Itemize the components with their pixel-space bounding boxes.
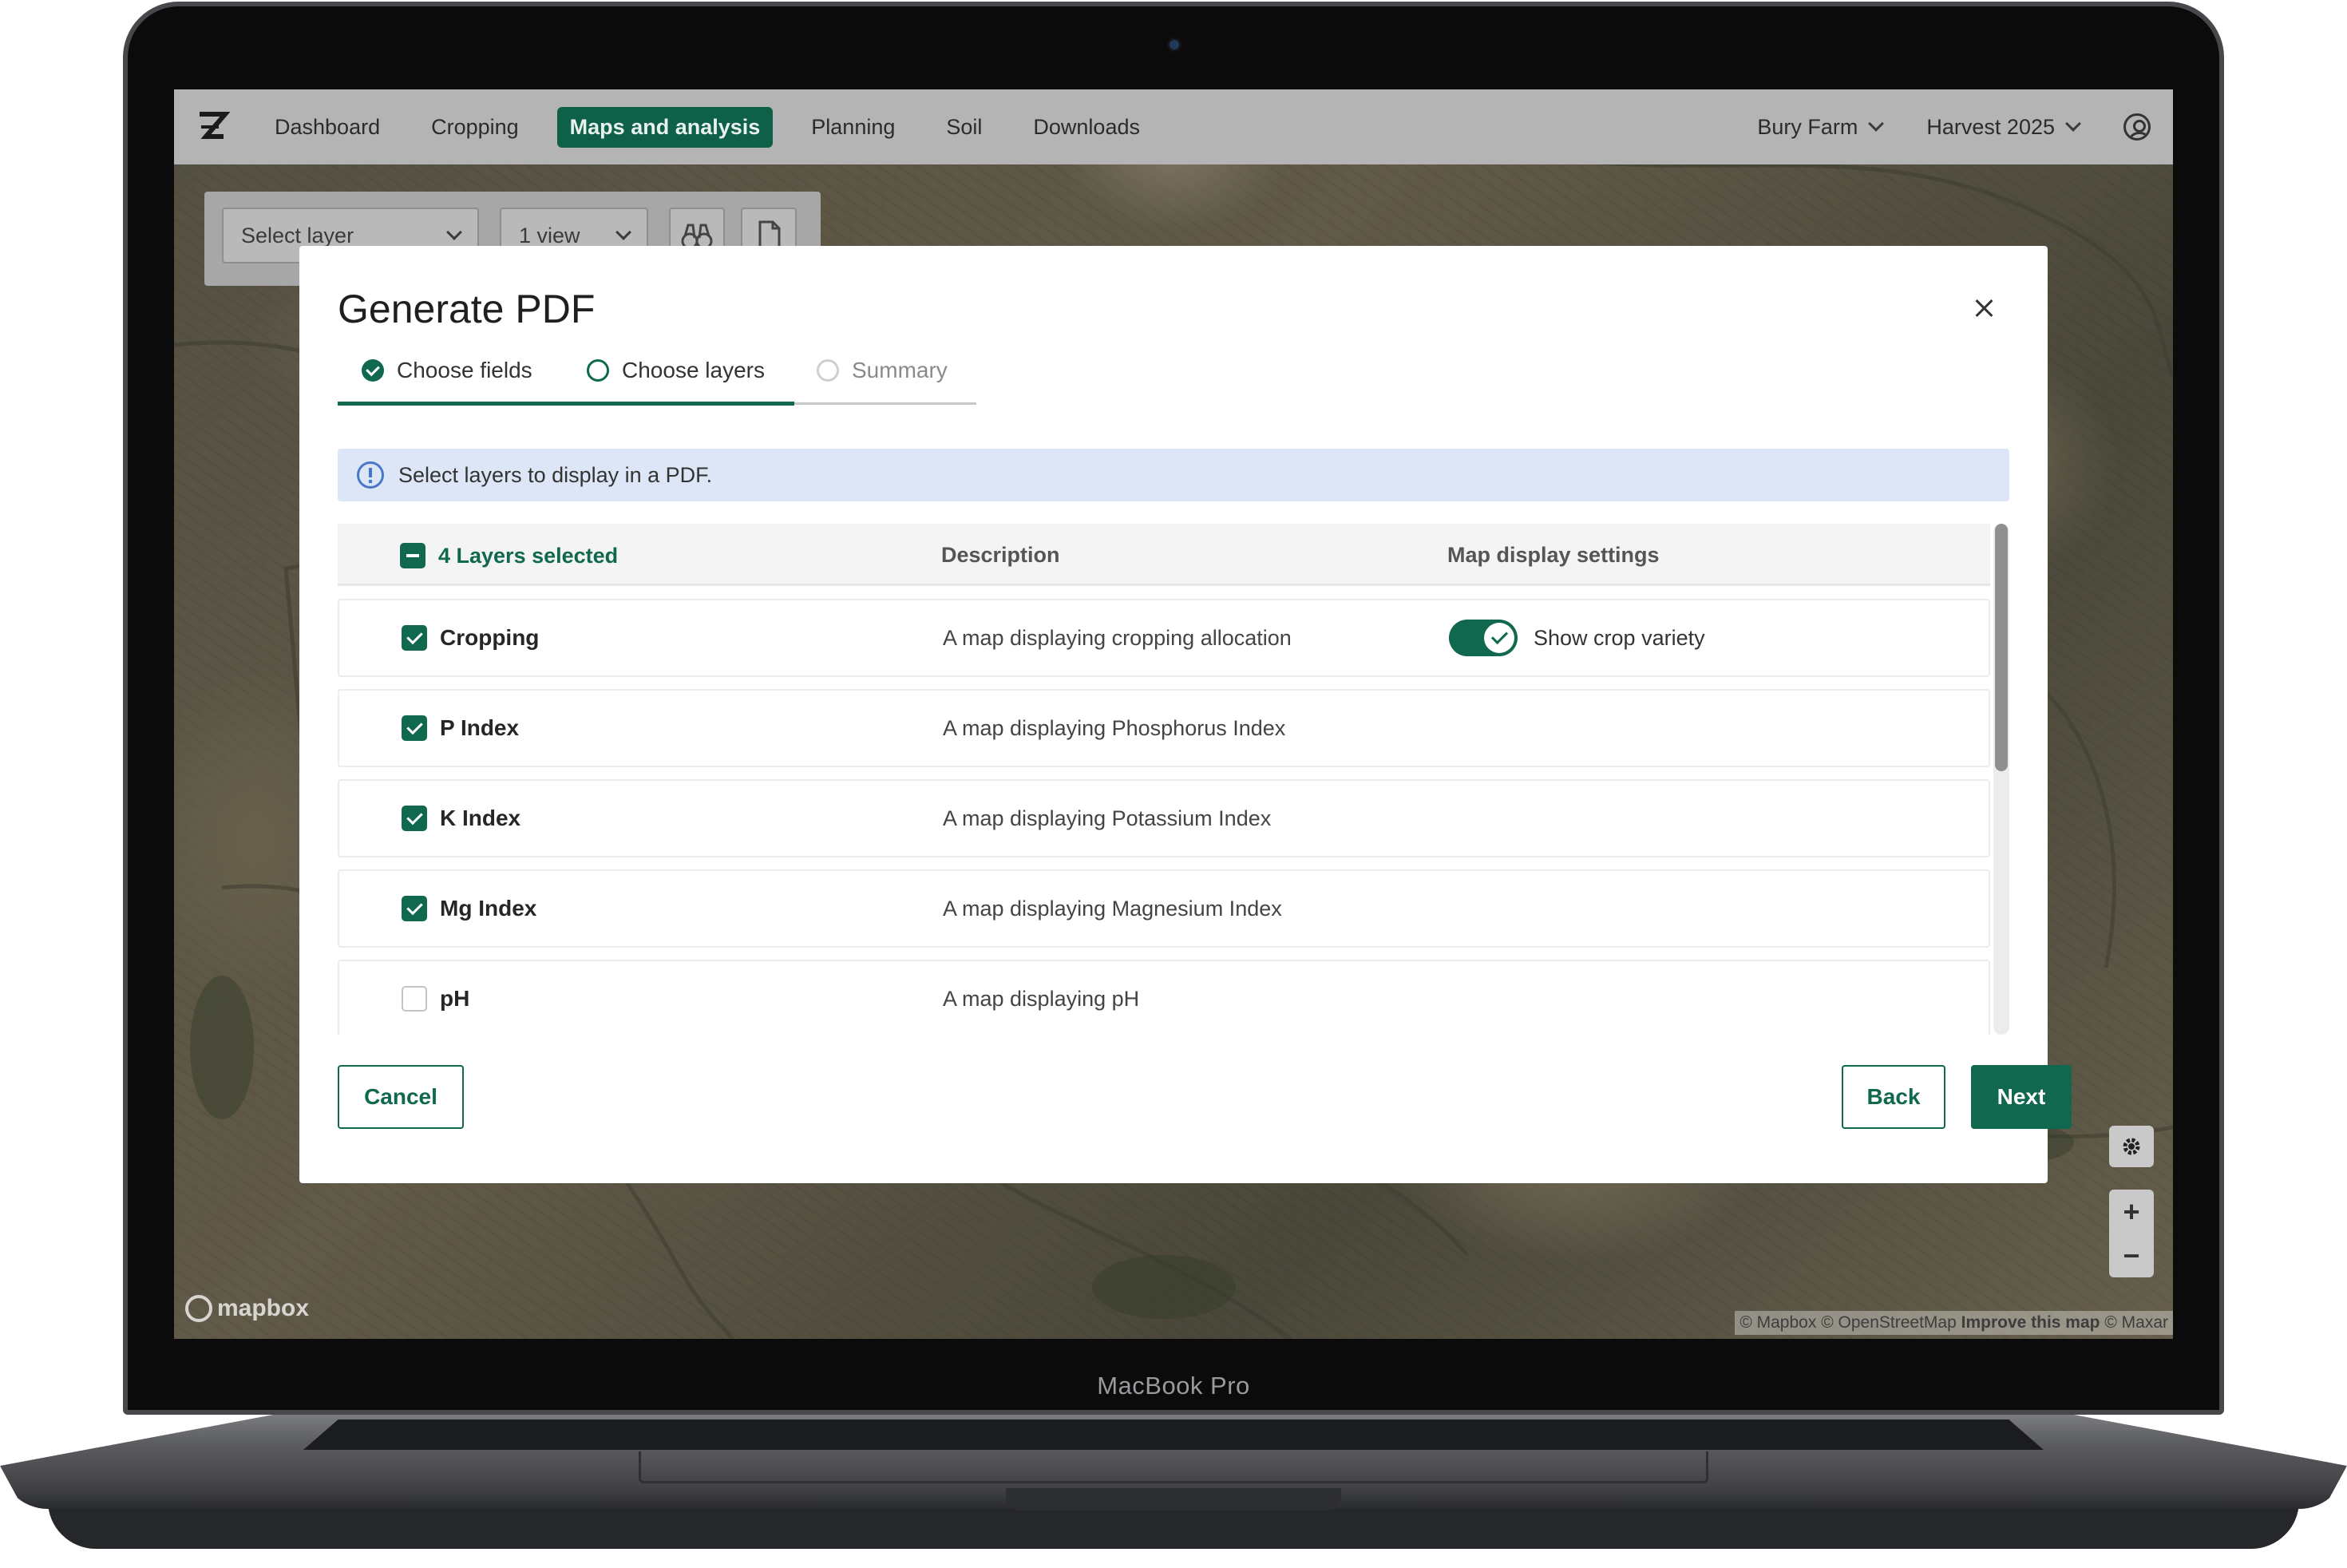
- close-icon[interactable]: [1968, 292, 2000, 324]
- app-screen: Dashboard Cropping Maps and analysis Pla…: [174, 89, 2173, 1339]
- layer-name: Cropping: [440, 625, 540, 650]
- info-text: Select layers to display in a PDF.: [398, 462, 713, 487]
- farm-select[interactable]: Bury Farm: [1757, 114, 1885, 140]
- scrollbar-thumb[interactable]: [1995, 524, 2008, 771]
- step-label: Choose layers: [622, 358, 765, 382]
- layer-checkbox[interactable]: [402, 896, 427, 921]
- attribution-maxar[interactable]: © Maxar: [2104, 1313, 2168, 1332]
- layer-name-cell: Cropping: [402, 600, 539, 675]
- step-summary[interactable]: Summary: [817, 358, 948, 383]
- gear-icon: [2123, 1138, 2140, 1155]
- layer-description: A map displaying Potassium Index: [943, 806, 1272, 830]
- modal-title: Generate PDF: [338, 287, 596, 331]
- layer-description: A map displaying Magnesium Index: [943, 896, 1282, 921]
- zoom-controls: + −: [2109, 1190, 2154, 1277]
- step-label: Summary: [852, 358, 948, 382]
- harvest-select[interactable]: Harvest 2025: [1926, 114, 2081, 140]
- table-scrollbar[interactable]: [1993, 524, 2009, 1035]
- select-all-control[interactable]: 4 Layers selected: [400, 543, 618, 568]
- view-select-label: 1 view: [519, 223, 580, 247]
- header-description: Description: [941, 543, 1060, 567]
- select-all-checkbox[interactable]: [400, 543, 425, 568]
- layer-name-cell: pH: [402, 961, 469, 1035]
- step-choose-fields[interactable]: Choose fields: [362, 358, 532, 383]
- layer-checkbox[interactable]: [402, 986, 427, 1012]
- camera-icon: [1170, 40, 1179, 49]
- step-choose-layers[interactable]: Choose layers: [587, 358, 765, 383]
- layer-name-cell: K Index: [402, 781, 520, 856]
- layer-description: A map displaying pH: [943, 986, 1140, 1011]
- layers-table: 4 Layers selected Description Map displa…: [338, 524, 2009, 1035]
- attribution-osm[interactable]: © OpenStreetMap: [1821, 1313, 1957, 1332]
- table-row[interactable]: P Index A map displaying Phosphorus Inde…: [338, 689, 1990, 767]
- selected-count: 4 Layers selected: [438, 543, 619, 568]
- nav-planning[interactable]: Planning: [811, 115, 895, 140]
- top-navbar: Dashboard Cropping Maps and analysis Pla…: [174, 89, 2173, 164]
- laptop-notch: [1006, 1488, 1341, 1511]
- back-button[interactable]: Back: [1842, 1065, 1945, 1129]
- stepper: Choose fields Choose layers Summary: [338, 358, 976, 406]
- nav-maps-and-analysis[interactable]: Maps and analysis: [556, 106, 774, 148]
- table-row[interactable]: pH A map displaying pH: [338, 960, 1990, 1035]
- attribution-improve-link[interactable]: Improve this map: [1961, 1313, 2100, 1332]
- nav-soil[interactable]: Soil: [946, 115, 982, 140]
- circle-icon: [817, 359, 839, 382]
- header-map-display-settings: Map display settings: [1447, 543, 1660, 567]
- info-banner: Select layers to display in a PDF.: [338, 449, 2009, 501]
- check-icon: [1484, 623, 1514, 653]
- table-row[interactable]: K Index A map displaying Potassium Index: [338, 779, 1990, 857]
- laptop-trackpad-edge: [639, 1451, 1708, 1483]
- map-attribution: © Mapbox © OpenStreetMap Improve this ma…: [1735, 1311, 2173, 1335]
- stepper-progress: [338, 402, 794, 406]
- laptop-keyboard-edge: [303, 1420, 2044, 1450]
- zoom-out-button[interactable]: −: [2123, 1233, 2139, 1277]
- zoom-in-button[interactable]: +: [2123, 1190, 2139, 1233]
- layer-setting-cell: Show crop variety: [1449, 600, 1705, 675]
- layer-name: Mg Index: [440, 896, 537, 921]
- setting-label: Show crop variety: [1534, 625, 1705, 650]
- chevron-down-icon: [2065, 116, 2081, 132]
- table-header: 4 Layers selected Description Map displa…: [338, 524, 1990, 586]
- show-crop-variety-toggle[interactable]: [1449, 620, 1518, 656]
- layer-checkbox[interactable]: [402, 715, 427, 741]
- nav-dashboard[interactable]: Dashboard: [275, 115, 380, 140]
- chevron-down-icon: [1868, 116, 1885, 132]
- layer-description: A map displaying Phosphorus Index: [943, 715, 1286, 740]
- step-label: Choose fields: [397, 358, 532, 382]
- layer-name-cell: P Index: [402, 691, 519, 766]
- mapbox-logo[interactable]: mapbox: [185, 1295, 309, 1322]
- next-button[interactable]: Next: [1971, 1065, 2072, 1129]
- table-row[interactable]: Cropping A map displaying cropping alloc…: [338, 599, 1990, 677]
- layer-description: A map displaying cropping allocation: [943, 625, 1292, 650]
- generate-pdf-modal: Generate PDF Choose fields Choose layers…: [299, 246, 2072, 1183]
- nav-downloads[interactable]: Downloads: [1033, 115, 1140, 140]
- layer-name: K Index: [440, 806, 521, 830]
- user-account-icon[interactable]: [2123, 113, 2151, 141]
- chevron-down-icon: [446, 224, 462, 240]
- circle-icon: [587, 359, 609, 382]
- farm-select-label: Bury Farm: [1757, 114, 1858, 139]
- layer-name: P Index: [440, 715, 520, 740]
- layer-name: pH: [440, 986, 470, 1011]
- chevron-down-icon: [615, 224, 631, 240]
- harvest-select-label: Harvest 2025: [1926, 114, 2055, 139]
- device-label: MacBook Pro: [1097, 1372, 1250, 1400]
- app-logo-icon[interactable]: [195, 109, 230, 145]
- nav-right-group: Bury Farm Harvest 2025: [1757, 113, 2151, 141]
- layer-checkbox[interactable]: [402, 806, 427, 831]
- layer-select-label: Select layer: [241, 223, 354, 247]
- layer-checkbox[interactable]: [402, 625, 427, 651]
- check-circle-icon: [362, 359, 384, 382]
- attribution-mapbox[interactable]: © Mapbox: [1739, 1313, 1816, 1332]
- table-row[interactable]: Mg Index A map displaying Magnesium Inde…: [338, 869, 1990, 948]
- layer-name-cell: Mg Index: [402, 871, 536, 946]
- nav-cropping[interactable]: Cropping: [431, 115, 519, 140]
- mapbox-logo-icon: [185, 1295, 212, 1322]
- cancel-button[interactable]: Cancel: [338, 1065, 464, 1129]
- mapbox-logo-text: mapbox: [217, 1295, 310, 1321]
- map-settings-button[interactable]: [2109, 1126, 2154, 1167]
- info-icon: [357, 461, 384, 489]
